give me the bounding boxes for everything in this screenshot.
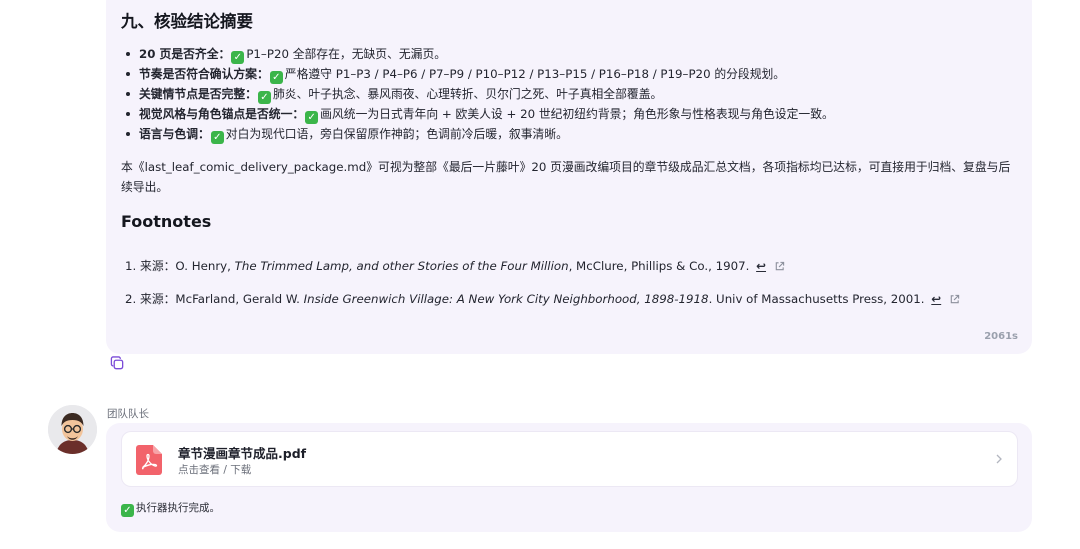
bullet-key: 20 页是否齐全： <box>139 47 231 61</box>
check-mark-icon: ✓ <box>305 111 319 124</box>
pdf-file-icon <box>136 445 162 475</box>
file-action-hint: 点击查看 / 下载 <box>178 464 252 476</box>
bullet-text: 肺炎、叶子执念、暴风雨夜、心理转折、贝尔门之死、叶子真相全部覆盖。 <box>272 87 663 101</box>
footnote-publisher: , McClure, Phillips & Co., 1907. <box>568 259 750 273</box>
check-mark-icon: ✓ <box>210 131 224 144</box>
verification-bullet-list: 20 页是否齐全： ✓ P1–P20 全部存在，无缺页、无漏页。 节奏是否符合确认方… <box>126 44 834 144</box>
bullet-key: 节奏是否符合确认方案： <box>139 67 269 81</box>
footnote-number: 1. <box>125 259 137 273</box>
footnote-title: The Trimmed Lamp, and other Stories of t… <box>234 259 569 273</box>
avatar <box>48 405 97 454</box>
avatar-illustration <box>48 405 97 454</box>
footnote-1: 1. 来源：O. Henry, The Trimmed Lamp, and ot… <box>125 256 785 276</box>
footnote-title: Inside Greenwich Village: A New York Cit… <box>303 292 709 306</box>
bullet-key: 视觉风格与角色锚点是否统一： <box>139 107 305 121</box>
bullet-text: 画风统一为日式青年向 + 欧美人设 + 20 世纪初纽约背景；角色形象与性格表现… <box>320 107 834 121</box>
section-title: 九、核验结论摘要 <box>121 12 253 31</box>
bullet-text: 对白为现代口语，旁白保留原作神韵；色调前冷后暖，叙事清晰。 <box>225 127 568 141</box>
footnote-publisher: . Univ of Massachusetts Press, 2001. <box>708 292 925 306</box>
chevron-right-icon <box>996 454 1002 464</box>
bullet-text: P1–P20 全部存在，无缺页、无漏页。 <box>246 47 447 61</box>
bullet-item: 视觉风格与角色锚点是否统一： ✓ 画风统一为日式青年向 + 欧美人设 + 20 世纪… <box>126 104 834 124</box>
footnote-source: 来源：McFarland, Gerald W. <box>140 292 304 306</box>
external-link-icon[interactable] <box>774 261 785 272</box>
sender-label: 团队队长 <box>107 408 149 420</box>
footnote-source: 来源：O. Henry, <box>140 259 235 273</box>
pdf-file-card[interactable]: 章节漫画章节成品.pdf 点击查看 / 下载 <box>121 431 1018 487</box>
footnotes-heading: Footnotes <box>121 212 212 231</box>
copy-icon[interactable] <box>110 356 125 371</box>
external-link-icon[interactable] <box>949 294 960 305</box>
check-mark-icon: ✓ <box>269 71 283 84</box>
executor-status-text: 执行器执行完成。 <box>136 502 220 514</box>
file-name: 章节漫画章节成品.pdf <box>178 446 307 461</box>
footnote-number: 2. <box>125 292 137 306</box>
bullet-item: 20 页是否齐全： ✓ P1–P20 全部存在，无缺页、无漏页。 <box>126 44 834 64</box>
bullet-item: 语言与色调： ✓ 对白为现代口语，旁白保留原作神韵；色调前冷后暖，叙事清晰。 <box>126 124 834 144</box>
bullet-key: 语言与色调： <box>139 127 210 141</box>
bullet-text: 严格遵守 P1–P3 / P4–P6 / P7–P9 / P10–P12 / P… <box>284 67 786 81</box>
executor-status: ✓ 执行器执行完成。 <box>121 500 220 517</box>
check-mark-icon: ✓ <box>231 51 245 64</box>
bullet-item: 节奏是否符合确认方案： ✓ 严格遵守 P1–P3 / P4–P6 / P7–P9 /… <box>126 64 834 84</box>
footnote-backref-link[interactable]: ↩ <box>756 259 766 273</box>
check-mark-icon: ✓ <box>257 91 271 104</box>
summary-paragraph: 本《last_leaf_comic_delivery_package.md》可视… <box>121 160 1011 194</box>
bullet-key: 关键情节点是否完整： <box>139 87 257 101</box>
elapsed-time: 2061s <box>984 331 1018 342</box>
bullet-item: 关键情节点是否完整： ✓ 肺炎、叶子执念、暴风雨夜、心理转折、贝尔门之死、叶子真相全… <box>126 84 834 104</box>
footnote-backref-link[interactable]: ↩ <box>931 292 941 306</box>
check-mark-icon: ✓ <box>121 504 134 517</box>
footnote-2: 2. 来源：McFarland, Gerald W. Inside Greenw… <box>125 289 960 309</box>
